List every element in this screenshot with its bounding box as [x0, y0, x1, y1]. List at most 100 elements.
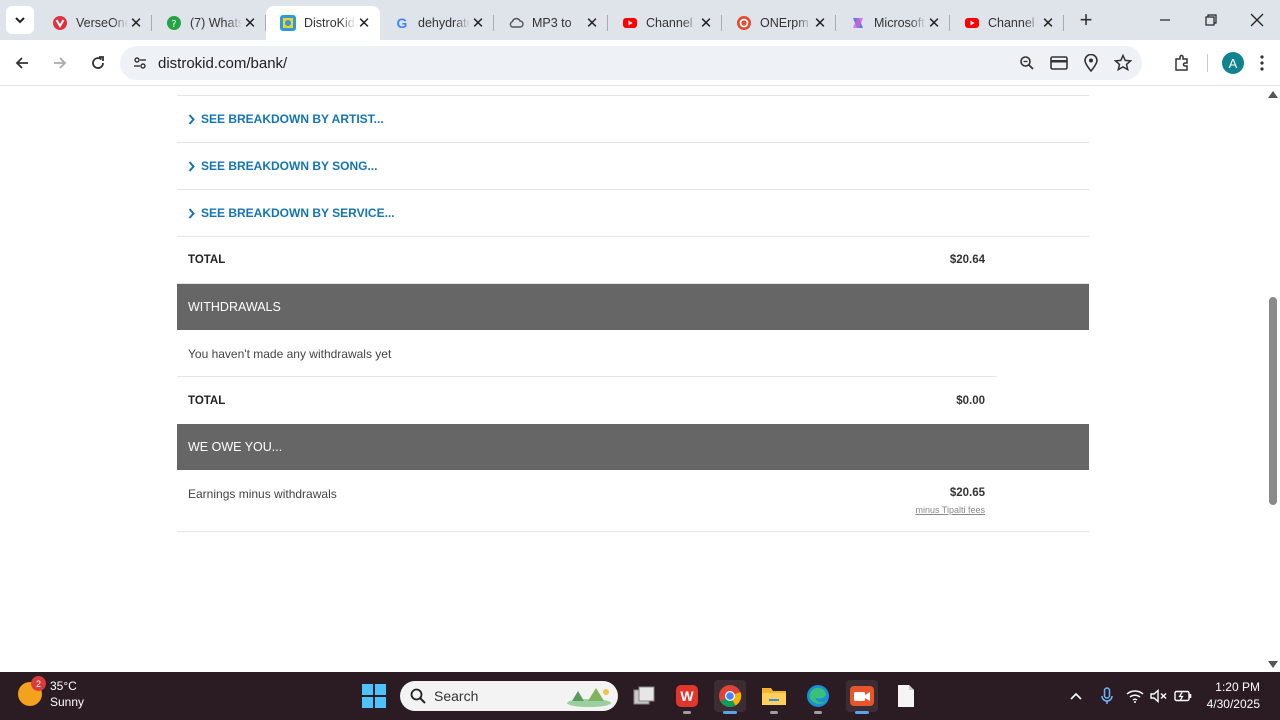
tab-onerpm[interactable]: ONErpm ✕ [722, 6, 836, 40]
close-icon[interactable]: ✕ [698, 15, 714, 32]
microphone-icon[interactable] [1091, 687, 1123, 705]
video-camera-icon [850, 686, 874, 706]
tab-title: DistroKid [304, 16, 355, 30]
chevron-down-icon [15, 17, 25, 24]
page-scrollbar[interactable] [1266, 87, 1280, 672]
weather-condition: Sunny [50, 695, 85, 709]
breakdown-by-artist-link[interactable]: SEE BREAKDOWN BY ARTIST... [188, 112, 384, 126]
zoom-icon[interactable] [1016, 52, 1038, 74]
battery-icon[interactable] [1171, 690, 1195, 702]
breakdown-row-service: SEE BREAKDOWN BY SERVICE... [177, 190, 1089, 237]
wps-office-icon: W [676, 685, 698, 707]
close-icon[interactable]: ✕ [1040, 15, 1056, 32]
sun-icon: 2 [18, 676, 46, 706]
page-viewport: SEE BREAKDOWN BY ARTIST... SEE BREAKDOWN… [0, 87, 1266, 672]
taskbar-file-explorer[interactable] [758, 680, 790, 714]
tab-microsoft[interactable]: Microsoft ✕ [836, 6, 950, 40]
taskbar-edge[interactable] [802, 680, 834, 714]
profile-avatar[interactable]: A [1222, 52, 1244, 74]
svg-text:W: W [680, 688, 694, 704]
chevron-right-icon [188, 160, 195, 172]
withdrawals-empty-message: You haven't made any withdrawals yet [188, 346, 392, 361]
toolbar-right: A [1165, 40, 1280, 86]
taskbar-chrome[interactable] [714, 680, 746, 714]
tab-whatsapp[interactable]: ? (7) WhatsApp ✕ [152, 6, 266, 40]
breakdown-by-service-link[interactable]: SEE BREAKDOWN BY SERVICE... [188, 206, 395, 220]
close-icon[interactable]: ✕ [812, 15, 828, 32]
close-icon[interactable]: ✕ [128, 15, 144, 32]
divider [177, 87, 1089, 96]
copilot-icon [850, 15, 866, 31]
weather-temp: 35°C [50, 679, 77, 693]
tab-search-button[interactable] [6, 6, 34, 34]
chevron-right-icon [188, 207, 195, 219]
close-icon[interactable]: ✕ [356, 15, 372, 32]
location-pin-icon[interactable] [1080, 52, 1102, 74]
back-button[interactable] [6, 47, 38, 79]
withdrawals-total-row: TOTAL $0.00 [177, 377, 1089, 424]
breakdown-by-song-link[interactable]: SEE BREAKDOWN BY SONG... [188, 159, 377, 173]
start-button[interactable] [362, 684, 386, 713]
address-bar[interactable]: distrokid.com/bank/ [120, 46, 1142, 80]
url-text[interactable]: distrokid.com/bank/ [158, 55, 287, 72]
close-icon[interactable]: ✕ [584, 15, 600, 32]
taskbar-search[interactable]: Search [400, 681, 618, 711]
chevron-right-icon [188, 113, 195, 125]
earnings-total-label: TOTAL [188, 254, 226, 266]
restore-button[interactable] [1188, 0, 1234, 40]
task-view-icon [633, 686, 655, 705]
close-icon[interactable]: ✕ [470, 15, 486, 32]
tab-youtube-channel-2[interactable]: Channel ✕ [950, 6, 1064, 40]
reload-icon [92, 55, 104, 69]
windows-logo-icon [362, 684, 386, 708]
weather-widget[interactable]: 2 35°C Sunny [18, 676, 85, 710]
search-highlight-illustration-icon [567, 688, 611, 707]
chrome-icon [719, 685, 742, 707]
close-window-button[interactable] [1234, 0, 1280, 40]
taskbar-clock[interactable]: 1:20 PM 4/30/2025 [1207, 679, 1260, 713]
chevron-up-icon[interactable] [1061, 692, 1091, 700]
close-icon[interactable]: ✕ [926, 15, 942, 32]
withdrawals-total-label: TOTAL [188, 394, 226, 407]
minimize-button[interactable] [1142, 0, 1188, 40]
payment-card-icon[interactable] [1048, 52, 1070, 74]
more-menu-icon[interactable] [1244, 55, 1280, 71]
tipalti-fees-link[interactable]: minus Tipalti fees [915, 505, 985, 515]
bookmark-star-icon[interactable] [1112, 52, 1134, 74]
reload-button[interactable] [82, 47, 114, 79]
tab-title: Channel [988, 16, 1035, 30]
tab-distrokid[interactable]: DistroKid ✕ [266, 6, 380, 40]
wifi-icon[interactable] [1123, 689, 1147, 703]
extensions-icon[interactable] [1165, 54, 1199, 72]
bank-statement: SEE BREAKDOWN BY ARTIST... SEE BREAKDOWN… [177, 87, 1089, 532]
tab-youtube-channel-1[interactable]: Channel ✕ [608, 6, 722, 40]
clock-date: 4/30/2025 [1206, 697, 1260, 711]
withdrawals-header: WITHDRAWALS [177, 284, 1089, 330]
tab-verseone[interactable]: VerseOne ✕ [38, 6, 152, 40]
scrollbar-thumb[interactable] [1269, 297, 1277, 505]
scroll-up-arrow-icon[interactable] [1268, 91, 1278, 98]
forward-button[interactable] [44, 47, 76, 79]
youtube-icon [964, 15, 980, 31]
tab-mp3[interactable]: MP3 to ✕ [494, 6, 608, 40]
cloud-icon [508, 15, 524, 31]
running-indicator [683, 711, 691, 714]
running-indicator [814, 711, 822, 714]
running-indicator [723, 711, 737, 714]
volume-muted-icon[interactable] [1147, 689, 1171, 703]
scroll-down-arrow-icon[interactable] [1268, 661, 1278, 668]
whatsapp-icon: ? [166, 15, 182, 31]
earnings-total-row: TOTAL $20.64 [177, 237, 1089, 284]
taskbar-wps-office[interactable]: W [671, 680, 703, 714]
new-tab-button[interactable]: + [1072, 6, 1100, 34]
tab-title: dehydrated [418, 16, 470, 30]
folder-icon [762, 688, 786, 705]
taskbar-notepad[interactable] [890, 680, 922, 712]
taskbar-task-view[interactable] [628, 680, 660, 712]
close-icon[interactable]: ✕ [242, 15, 258, 32]
tab-google-search[interactable]: G dehydrated ✕ [380, 6, 494, 40]
youtube-icon [622, 15, 638, 31]
taskbar-recorder[interactable] [846, 680, 878, 714]
site-info-icon[interactable] [124, 55, 156, 71]
we-owe-you-header: WE OWE YOU... [177, 424, 1089, 470]
